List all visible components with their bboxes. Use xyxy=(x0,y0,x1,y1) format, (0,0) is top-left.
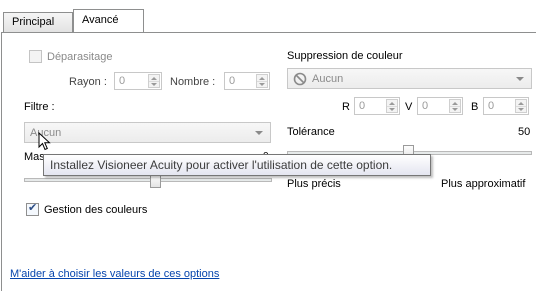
chevron-down-icon xyxy=(255,131,263,135)
masque-slider-track[interactable] xyxy=(24,178,272,182)
tab-principal-label: Principal xyxy=(12,16,55,28)
plus-precis-label: Plus précis xyxy=(287,178,341,190)
rayon-spinner[interactable]: 0 xyxy=(114,72,162,90)
nombre-value: 0 xyxy=(229,75,236,87)
tab-principal[interactable]: Principal xyxy=(3,12,73,32)
r-value: 0 xyxy=(359,100,366,112)
plus-approximatif-label: Plus approximatif xyxy=(441,178,526,190)
b-value: 0 xyxy=(488,100,495,112)
nombre-spinner[interactable]: 0 xyxy=(224,72,270,90)
v-label: V xyxy=(405,101,413,113)
tab-avance[interactable]: Avancé xyxy=(73,9,144,32)
rayon-spin-buttons[interactable] xyxy=(148,74,160,88)
suppression-dropdown[interactable]: Aucun xyxy=(287,68,532,89)
rayon-label: Rayon : xyxy=(69,76,107,88)
gestion-couleurs-checkbox[interactable]: ✔ xyxy=(26,202,39,216)
tab-avance-label: Avancé xyxy=(82,14,119,26)
v-spin-buttons[interactable] xyxy=(449,99,461,113)
b-label: B xyxy=(471,101,479,113)
cursor-icon xyxy=(38,131,52,155)
r-spinner[interactable]: 0 xyxy=(354,97,400,115)
filtre-dropdown[interactable]: Aucun xyxy=(24,122,271,143)
rayon-value: 0 xyxy=(119,75,126,87)
v-value: 0 xyxy=(422,100,429,112)
gestion-couleurs-label: Gestion des couleurs xyxy=(44,204,148,216)
chevron-down-icon xyxy=(516,77,524,81)
nombre-label: Nombre : xyxy=(170,76,216,88)
no-entry-icon xyxy=(293,72,307,89)
checkmark-icon: ✔ xyxy=(28,202,38,214)
help-link[interactable]: M'aider à choisir les valeurs de ces opt… xyxy=(10,268,219,280)
suppression-label: Suppression de couleur xyxy=(287,50,403,62)
deparasitage-checkbox[interactable] xyxy=(29,50,42,63)
suppression-value: Aucun xyxy=(312,73,344,85)
b-spinner[interactable]: 0 xyxy=(483,97,529,115)
v-spinner[interactable]: 0 xyxy=(417,97,463,115)
masque-slider-thumb[interactable] xyxy=(150,174,161,188)
nombre-spin-buttons[interactable] xyxy=(256,74,268,88)
b-spin-buttons[interactable] xyxy=(515,99,527,113)
deparasitage-label: Déparasitage xyxy=(47,51,113,63)
tolerance-label: Tolérance xyxy=(287,126,335,138)
r-label: R xyxy=(342,101,350,113)
tooltip: Installez Visioneer Acuity pour activer … xyxy=(43,154,431,176)
tolerance-value: 50 xyxy=(518,126,531,138)
r-spin-buttons[interactable] xyxy=(386,99,398,113)
filtre-label: Filtre : xyxy=(24,101,55,113)
